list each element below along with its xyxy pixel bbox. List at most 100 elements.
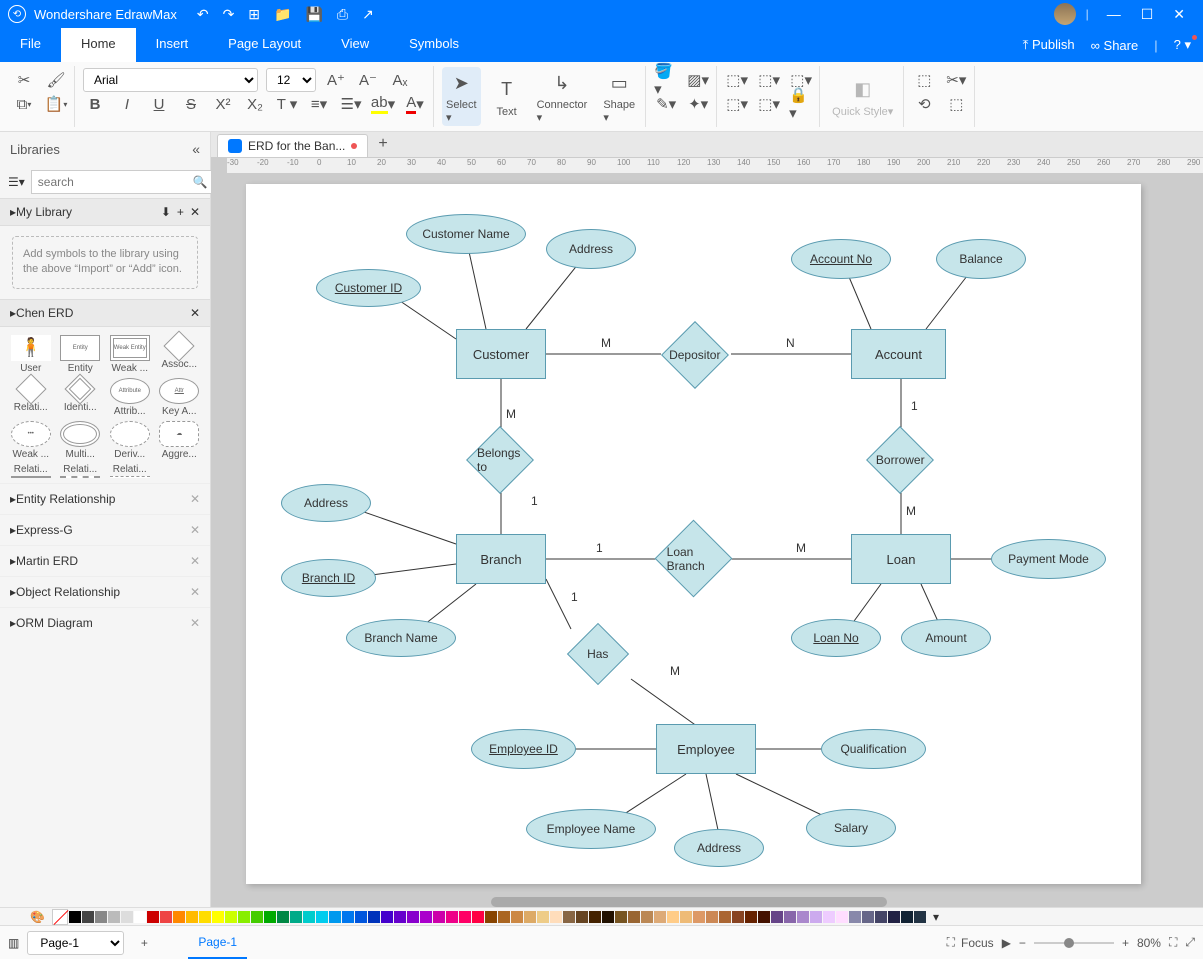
color-swatch[interactable]: [901, 911, 913, 923]
font-increase-icon[interactable]: A⁺: [324, 68, 348, 92]
sidebar-item-martin-erd[interactable]: ▸ Martin ERD✕: [0, 545, 210, 576]
export-icon[interactable]: ↗: [362, 6, 374, 23]
font-family-select[interactable]: Arial: [83, 68, 258, 92]
color-swatch[interactable]: [485, 911, 497, 923]
shape-relationship[interactable]: Relati...: [8, 378, 54, 417]
add-page-button[interactable]: +: [132, 931, 156, 955]
color-swatch[interactable]: [290, 911, 302, 923]
zoom-out-button[interactable]: −: [1019, 936, 1026, 950]
attr-branch-name[interactable]: Branch Name: [346, 619, 456, 657]
attr-address-branch[interactable]: Address: [281, 484, 371, 522]
shape-relation-line3[interactable]: Relati...: [107, 464, 153, 475]
color-swatch[interactable]: [641, 911, 653, 923]
color-swatch[interactable]: [602, 911, 614, 923]
effects-icon[interactable]: ✦▾: [686, 92, 710, 116]
connector-tool[interactable]: ↳ Connector▾: [533, 67, 592, 126]
color-swatch[interactable]: [836, 911, 848, 923]
color-swatch[interactable]: [342, 911, 354, 923]
help-button[interactable]: ? ▾: [1174, 37, 1191, 53]
sidebar-item-express-g[interactable]: ▸ Express-G✕: [0, 514, 210, 545]
tab-page-layout[interactable]: Page Layout: [208, 28, 321, 62]
select-tool[interactable]: ➤ Select▾: [442, 67, 481, 126]
font-size-select[interactable]: 12: [266, 68, 316, 92]
color-swatch[interactable]: [277, 911, 289, 923]
color-swatch[interactable]: [173, 911, 185, 923]
color-swatch[interactable]: [225, 911, 237, 923]
open-icon[interactable]: 📁: [274, 6, 291, 23]
page-tab[interactable]: Page-1: [188, 926, 247, 959]
library-picker-icon[interactable]: ☰▾: [8, 175, 25, 189]
color-swatch[interactable]: [862, 911, 874, 923]
fill-icon[interactable]: 🪣▾: [654, 68, 678, 92]
superscript-icon[interactable]: X²: [211, 92, 235, 116]
entity-customer[interactable]: Customer: [456, 329, 546, 379]
color-swatch[interactable]: [706, 911, 718, 923]
print-icon[interactable]: ⎙: [337, 6, 348, 23]
color-swatch[interactable]: [511, 911, 523, 923]
sidebar-section-my-library[interactable]: ▸ My Library ⬇ + ✕: [0, 198, 210, 226]
color-swatch[interactable]: [875, 911, 887, 923]
color-swatch[interactable]: [693, 911, 705, 923]
color-swatch[interactable]: [381, 911, 393, 923]
tab-view[interactable]: View: [321, 28, 389, 62]
group-icon[interactable]: ⬚▾: [757, 68, 781, 92]
strikethrough-icon[interactable]: S: [179, 92, 203, 116]
color-swatch[interactable]: [355, 911, 367, 923]
color-swatch[interactable]: [732, 911, 744, 923]
color-swatch[interactable]: [238, 911, 250, 923]
distribute-icon[interactable]: ⬚▾: [725, 92, 749, 116]
maximize-button[interactable]: ☐: [1131, 6, 1164, 23]
copy-icon[interactable]: ⧉▾: [12, 92, 36, 116]
color-swatch[interactable]: [108, 911, 120, 923]
zoom-slider[interactable]: [1034, 942, 1114, 944]
replace-icon[interactable]: ⟲: [912, 92, 936, 116]
color-swatch[interactable]: [264, 911, 276, 923]
color-swatch[interactable]: [303, 911, 315, 923]
new-tab-button[interactable]: +: [368, 131, 397, 157]
undo-icon[interactable]: ↶: [197, 6, 209, 23]
shape-multi[interactable]: Multi...: [58, 421, 104, 460]
fit-page-icon[interactable]: ⛶: [1169, 935, 1177, 950]
color-more-icon[interactable]: ▾: [933, 910, 939, 924]
publish-button[interactable]: ⤒ Publish: [1023, 37, 1075, 53]
sidebar-item-orm-diagram[interactable]: ▸ ORM Diagram✕: [0, 607, 210, 638]
relationship-belongs-to[interactable]: Belongs to: [466, 426, 534, 494]
color-swatch[interactable]: [719, 911, 731, 923]
color-swatch[interactable]: [680, 911, 692, 923]
color-swatch[interactable]: [147, 911, 159, 923]
line-style-icon[interactable]: ✎▾: [654, 92, 678, 116]
color-swatch[interactable]: [849, 911, 861, 923]
redo-icon[interactable]: ↷: [223, 6, 235, 23]
bold-icon[interactable]: B: [83, 92, 107, 116]
attr-customer-id[interactable]: Customer ID: [316, 269, 421, 307]
color-swatch[interactable]: [433, 911, 445, 923]
share-button[interactable]: ∞ Share: [1091, 38, 1139, 53]
color-swatch[interactable]: [537, 911, 549, 923]
color-swatch[interactable]: [797, 911, 809, 923]
page[interactable]: Customer Account Branch Loan Employee De…: [246, 184, 1141, 884]
add-icon[interactable]: +: [177, 205, 184, 219]
color-swatch[interactable]: [589, 911, 601, 923]
line-spacing-icon[interactable]: ≡▾: [307, 92, 331, 116]
shape-derived[interactable]: Deriv...: [107, 421, 153, 460]
text-align-icon[interactable]: T ▾: [275, 92, 299, 116]
color-swatch[interactable]: [394, 911, 406, 923]
close-section-icon[interactable]: ✕: [190, 306, 200, 320]
attr-employee-name[interactable]: Employee Name: [526, 809, 656, 849]
color-swatch[interactable]: [576, 911, 588, 923]
color-swatch[interactable]: [667, 911, 679, 923]
attr-employee-id[interactable]: Employee ID: [471, 729, 576, 769]
minimize-button[interactable]: —: [1097, 6, 1131, 22]
flip-icon[interactable]: ⬚: [944, 92, 968, 116]
color-swatch[interactable]: [134, 911, 146, 923]
color-swatch[interactable]: [628, 911, 640, 923]
color-swatch[interactable]: [758, 911, 770, 923]
color-swatch[interactable]: [823, 911, 835, 923]
relationship-has[interactable]: Has: [567, 623, 629, 685]
subscript-icon[interactable]: X₂: [243, 92, 267, 116]
underline-icon[interactable]: U: [147, 92, 171, 116]
attr-amount[interactable]: Amount: [901, 619, 991, 657]
color-swatch[interactable]: [199, 911, 211, 923]
font-color-icon[interactable]: A▾: [403, 92, 427, 116]
play-icon[interactable]: ▶: [1002, 936, 1011, 950]
